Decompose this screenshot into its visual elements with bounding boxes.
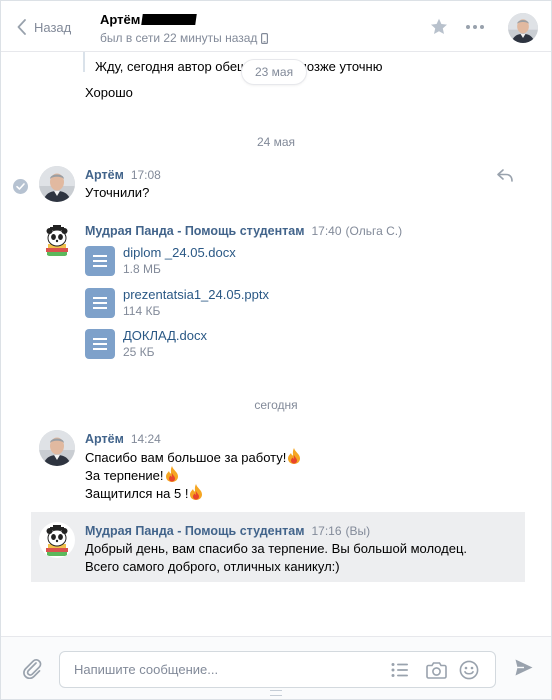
author-name[interactable]: Мудрая Панда - Помощь студентам — [85, 224, 304, 238]
message-history[interactable]: Жду, сегодня автор обещ… …ого позже уточ… — [1, 52, 551, 636]
smile-icon[interactable] — [459, 660, 479, 680]
peer-status-text: был в сети 22 минуты назад — [100, 31, 258, 45]
message-text: Защитился на 5 ! — [85, 486, 189, 501]
file-size: 1.8 МБ — [123, 262, 161, 276]
document-icon — [85, 329, 115, 359]
avatar[interactable] — [39, 522, 75, 558]
sender-tag: (Вы) — [345, 524, 371, 538]
send-icon[interactable] — [514, 658, 534, 677]
message-item[interactable]: Мудрая Панда - Помощь студентам 17:40 (О… — [1, 222, 551, 362]
message-line: Спасибо вам большое за работу! — [85, 448, 301, 467]
message-text: Спасибо вам большое за работу! — [85, 450, 287, 465]
file-name[interactable]: diplom _24.05.docx — [123, 245, 236, 261]
date-separator: 24 мая — [256, 135, 296, 149]
author-name[interactable]: Артём — [85, 432, 124, 446]
list-icon[interactable] — [391, 662, 409, 678]
camera-icon[interactable] — [426, 661, 447, 679]
peer-status: был в сети 22 минуты назад — [100, 31, 269, 45]
reply-icon[interactable] — [497, 169, 513, 182]
phone-icon — [261, 32, 269, 44]
message-item[interactable]: Артём 14:24 Спасибо вам большое за работ… — [1, 430, 551, 504]
message-text: Уточнили? — [85, 185, 150, 200]
document-icon — [85, 246, 115, 276]
more-icon[interactable] — [466, 25, 484, 29]
check-icon[interactable] — [13, 179, 28, 194]
fire-emoji — [189, 484, 203, 500]
message-input[interactable]: Напишите сообщение... — [59, 651, 496, 688]
file-size: 25 КБ — [123, 345, 155, 359]
message-line: Защитился на 5 ! — [85, 484, 203, 503]
star-icon[interactable] — [430, 18, 448, 35]
fire-emoji — [287, 448, 301, 464]
quote-bar — [83, 52, 85, 72]
peer-avatar[interactable] — [508, 13, 538, 43]
file-name[interactable]: ДОКЛАД.docx — [123, 328, 207, 344]
message-header: Мудрая Панда - Помощь студентам 17:16 (В… — [85, 524, 370, 538]
peer-info[interactable]: Артём был в сети 22 минуты назад — [100, 12, 269, 45]
back-button[interactable]: Назад — [17, 19, 71, 35]
redaction-bar — [141, 14, 198, 25]
message-line: За терпение! — [85, 466, 179, 485]
file-size: 114 КБ — [123, 304, 161, 318]
message-header: Мудрая Панда - Помощь студентам 17:40 (О… — [85, 224, 402, 238]
message-text: Всего самого доброго, отличных каникул:) — [85, 559, 340, 574]
message-time[interactable]: 17:08 — [131, 168, 161, 182]
sender-tag: (Ольга С.) — [345, 224, 403, 238]
message-text: Добрый день, вам спасибо за терпение. Вы… — [85, 541, 467, 556]
author-name[interactable]: Артём — [85, 168, 124, 182]
input-placeholder: Напишите сообщение... — [74, 662, 219, 677]
back-label: Назад — [34, 19, 72, 35]
message-time[interactable]: 14:24 — [131, 432, 161, 446]
message-text: Хорошо — [85, 85, 133, 100]
peer-name-text: Артём — [100, 12, 141, 27]
message-item[interactable]: Артём 17:08 Уточнили? — [1, 166, 551, 206]
document-attachment[interactable]: ДОКЛАД.docx 25 КБ — [85, 328, 207, 362]
message-text: За терпение! — [85, 468, 164, 483]
chat-header: Назад Артём был в сети 22 минуты назад — [1, 1, 551, 52]
avatar[interactable] — [39, 430, 75, 466]
document-attachment[interactable]: diplom _24.05.docx 1.8 МБ — [85, 245, 236, 279]
avatar[interactable] — [39, 166, 75, 202]
message-time[interactable]: 17:40 — [311, 224, 341, 238]
message-time[interactable]: 17:16 — [311, 524, 341, 538]
file-name[interactable]: prezentatsia1_24.05.pptx — [123, 287, 269, 303]
chat-window: Назад Артём был в сети 22 минуты назад Ж… — [0, 0, 552, 700]
fire-emoji — [165, 466, 179, 482]
peer-name: Артём — [100, 12, 268, 27]
avatar[interactable] — [39, 222, 75, 258]
floating-date: 23 мая — [242, 60, 307, 84]
date-separator: сегодня — [254, 398, 298, 412]
document-attachment[interactable]: prezentatsia1_24.05.pptx 114 КБ — [85, 287, 269, 321]
quoted-message: Жду, сегодня автор обещ… …ого позже уточ… — [95, 59, 383, 74]
message-header: Артём 14:24 — [85, 432, 161, 446]
resize-handle[interactable] — [270, 690, 282, 696]
document-icon — [85, 288, 115, 318]
author-name[interactable]: Мудрая Панда - Помощь студентам — [85, 524, 304, 538]
paperclip-icon[interactable] — [21, 657, 43, 679]
chevron-left-icon — [17, 19, 26, 35]
message-item[interactable]: Мудрая Панда - Помощь студентам 17:16 (В… — [1, 522, 551, 578]
message-header: Артём 17:08 — [85, 168, 161, 182]
